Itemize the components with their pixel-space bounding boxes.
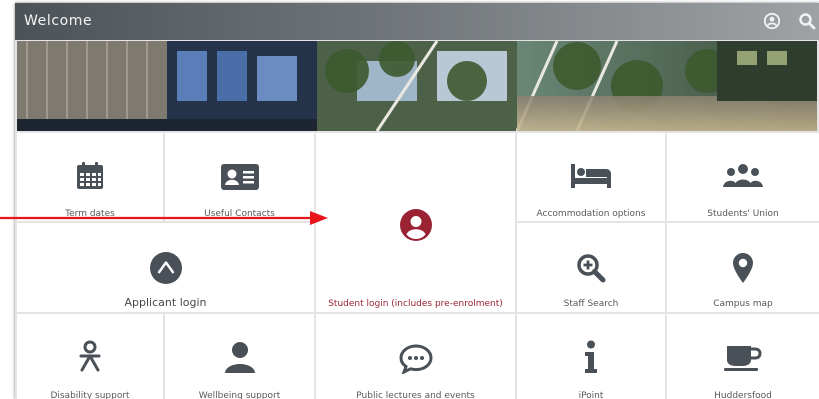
- tile-label: Students' Union: [707, 209, 779, 219]
- info-icon: [585, 340, 597, 373]
- tile-label: Huddersfood: [714, 391, 772, 399]
- tile-public-lectures[interactable]: Public lectures and events: [316, 314, 515, 399]
- search-icon[interactable]: [798, 12, 816, 30]
- tile-label: Applicant login: [124, 296, 207, 309]
- tile-students-union[interactable]: Students' Union: [667, 133, 819, 221]
- tile-label: Public lectures and events: [356, 391, 475, 399]
- applicant-a-icon: [149, 252, 182, 284]
- contact-card-icon: [220, 164, 259, 190]
- tile-label: Staff Search: [563, 299, 619, 309]
- calendar-icon: [77, 162, 103, 189]
- tile-campus-map[interactable]: Campus map: [667, 223, 819, 312]
- tile-label: Term dates: [65, 209, 115, 219]
- tile-staff-search[interactable]: Staff Search: [517, 223, 665, 312]
- tile-label: Accommodation options: [536, 209, 646, 219]
- tile-disability-support[interactable]: Disability support: [17, 314, 163, 399]
- coffee-cup-icon: [724, 346, 762, 371]
- tile-label: Campus map: [713, 299, 773, 309]
- accessibility-icon: [79, 340, 101, 372]
- header-bar: Welcome: [15, 3, 819, 40]
- tile-label: Wellbeing support: [198, 391, 281, 399]
- app-frame: Welcome Term dates Useful Contacts Stude…: [15, 3, 819, 399]
- tile-label: Useful Contacts: [204, 209, 275, 219]
- map-marker-icon: [733, 253, 753, 283]
- tile-label: iPoint: [578, 391, 604, 399]
- tile-applicant-login[interactable]: Applicant login: [17, 223, 314, 312]
- tile-useful-contacts[interactable]: Useful Contacts: [165, 133, 314, 221]
- tile-huddersfood[interactable]: Huddersfood: [667, 314, 819, 399]
- tile-student-login[interactable]: Student login (includes pre-enrolment): [316, 133, 515, 312]
- tile-accommodation[interactable]: Accommodation options: [517, 133, 665, 221]
- speech-bubble-icon: [398, 344, 433, 374]
- group-icon: [723, 164, 763, 187]
- user-circle-icon: [399, 209, 432, 241]
- tile-label: Disability support: [50, 391, 130, 399]
- person-icon: [224, 342, 255, 373]
- tile-wellbeing-support[interactable]: Wellbeing support: [165, 314, 314, 399]
- account-icon[interactable]: [763, 12, 781, 30]
- search-plus-icon: [577, 254, 606, 283]
- page-title: Welcome: [24, 13, 93, 29]
- tile-label: Student login (includes pre-enrolment): [328, 299, 503, 309]
- tile-term-dates[interactable]: Term dates: [17, 133, 163, 221]
- bed-icon: [571, 164, 611, 188]
- campus-banner-image: [17, 41, 817, 131]
- tile-ipoint[interactable]: iPoint: [517, 314, 665, 399]
